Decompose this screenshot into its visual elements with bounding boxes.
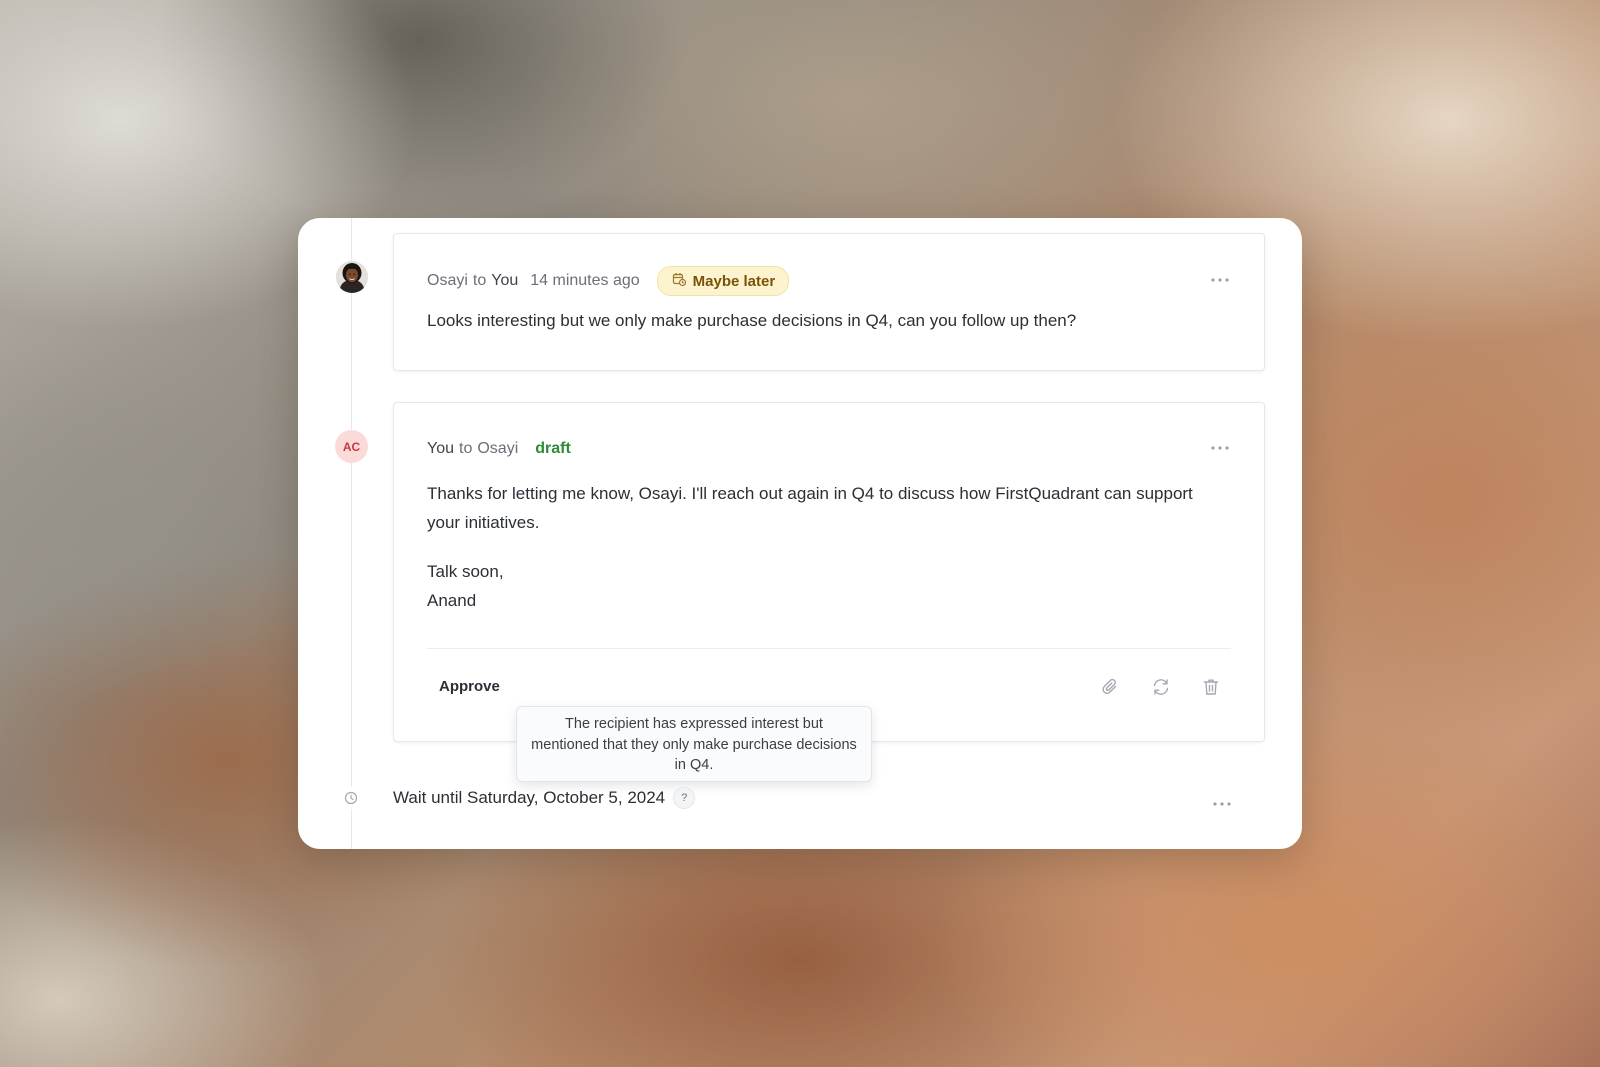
divider bbox=[427, 648, 1231, 649]
help-icon[interactable]: ? bbox=[673, 787, 696, 809]
wait-label: Wait until Saturday, October 5, 2024 bbox=[393, 788, 666, 807]
badge-label: Maybe later bbox=[692, 272, 776, 290]
sender-name: Osayi bbox=[427, 272, 468, 289]
draft-reply-message: You to Osayi draft Thanks for letting me… bbox=[393, 402, 1265, 742]
message-text: Looks interesting but we only make purch… bbox=[427, 311, 1077, 330]
message-closing: Talk soon, bbox=[427, 562, 504, 581]
reason-tooltip: The recipient has expressed interest but… bbox=[516, 706, 872, 782]
sender-name: You bbox=[427, 440, 454, 457]
trash-icon[interactable] bbox=[1200, 676, 1222, 698]
approve-button[interactable]: Approve bbox=[427, 671, 512, 701]
calendar-clock-icon bbox=[672, 272, 686, 290]
message-body: Looks interesting but we only make purch… bbox=[427, 306, 1230, 335]
more-horizontal-icon[interactable] bbox=[1212, 794, 1232, 814]
refresh-icon[interactable] bbox=[1150, 676, 1172, 698]
maybe-later-badge[interactable]: Maybe later bbox=[656, 266, 790, 296]
recipient-name: You bbox=[491, 272, 519, 289]
more-horizontal-icon[interactable] bbox=[1210, 438, 1230, 458]
recipient-name: Osayi bbox=[477, 440, 519, 457]
message-header: You to Osayi draft bbox=[427, 436, 571, 462]
user-avatar: AC bbox=[335, 430, 368, 463]
conversation-card: Osayi to You 14 minutes ago Maybe later … bbox=[298, 218, 1302, 849]
message-signature: Anand bbox=[427, 591, 477, 610]
sender-avatar bbox=[336, 261, 368, 293]
more-horizontal-icon[interactable] bbox=[1210, 270, 1230, 290]
message-paragraph: Thanks for letting me know, Osayi. I'll … bbox=[427, 484, 1193, 532]
message-timestamp: 14 minutes ago bbox=[530, 272, 640, 289]
clock-icon bbox=[340, 787, 362, 809]
paperclip-icon[interactable] bbox=[1100, 676, 1122, 698]
connector-text: to bbox=[459, 440, 473, 457]
wait-step: Wait until Saturday, October 5, 2024 ? bbox=[393, 785, 696, 811]
timeline-line bbox=[351, 218, 352, 849]
incoming-message: Osayi to You 14 minutes ago Maybe later … bbox=[393, 233, 1265, 371]
connector-text: to bbox=[472, 272, 487, 289]
draft-status: draft bbox=[535, 440, 571, 457]
message-body[interactable]: Thanks for letting me know, Osayi. I'll … bbox=[427, 479, 1230, 615]
message-header: Osayi to You 14 minutes ago Maybe later bbox=[427, 266, 790, 296]
